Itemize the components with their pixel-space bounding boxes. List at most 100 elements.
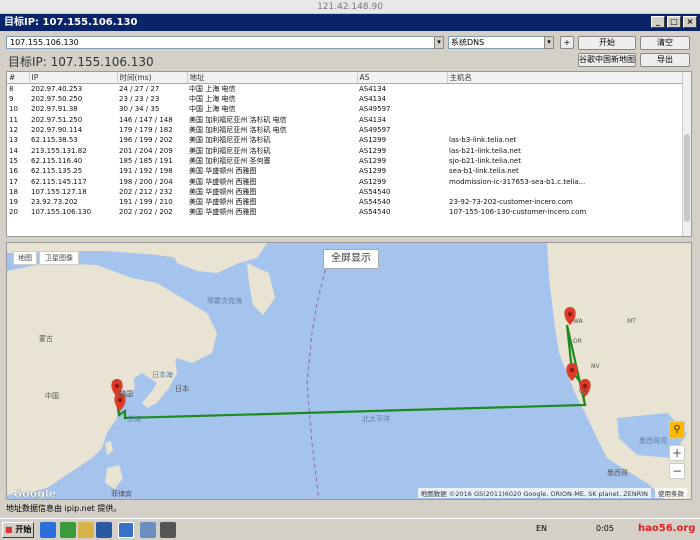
label-philippines: 菲律宾 <box>111 489 132 498</box>
table-row[interactable]: 16 62.115.135.25 191 / 192 / 198 美国 华盛顿州 西雅… <box>7 166 683 176</box>
label-or: OR <box>573 338 582 345</box>
map-attribution: 地图数据 ©2016 GS(2011)6020 Google, ORION-ME… <box>417 488 651 498</box>
cell-location: 美国 加利福尼亚州 洛杉矶 电信 <box>189 115 287 124</box>
cell-ip: 202.97.91.38 <box>31 105 78 114</box>
cell-hop: 11 <box>9 115 18 124</box>
table-row[interactable]: 8 202.97.40.253 24 / 27 / 27 中国 上海 电信 AS4134 <box>7 84 683 95</box>
minimize-button[interactable]: _ <box>651 16 665 28</box>
terms-link[interactable]: 使用条款 <box>655 488 687 498</box>
table-row[interactable]: 11 202.97.51.250 146 / 147 / 148 美国 加利福尼亚州 … <box>7 115 683 125</box>
cell-time: 191 / 192 / 198 <box>119 167 173 176</box>
table-row[interactable]: 15 62.115.116.40 185 / 185 / 191 美国 加利福尼亚州 … <box>7 156 683 166</box>
cell-location: 美国 加利福尼亚州 圣何塞 <box>189 156 271 165</box>
cell-ip: 62.115.135.25 <box>31 167 83 176</box>
label-mexico: 墨西哥 <box>607 469 628 477</box>
ip-input[interactable]: 107.155.106.130 <box>6 36 444 49</box>
windows-logo-icon: ■ <box>5 525 13 534</box>
col-as[interactable]: AS <box>357 72 448 84</box>
label-japan: 日本 <box>175 384 189 393</box>
ie-icon[interactable] <box>40 522 56 538</box>
table-row[interactable]: 10 202.97.91.38 30 / 34 / 35 中国 上海 电信 AS4959… <box>7 104 683 114</box>
china-map-button[interactable]: 谷歌中国新地图 <box>578 53 636 67</box>
table-row[interactable]: 9 202.97.50.250 23 / 23 / 23 中国 上海 电信 AS4134 <box>7 94 683 104</box>
close-button[interactable]: × <box>683 16 697 28</box>
cell-location: 美国 加利福尼亚州 洛杉矶 电信 <box>189 126 287 135</box>
pegman-icon[interactable]: ⚲ <box>669 421 685 439</box>
label-nv: NV <box>591 363 600 370</box>
cell-as: AS4134 <box>359 95 387 104</box>
map-tab-map[interactable]: 地图 <box>13 251 37 265</box>
os-title: 121.42.148.90 <box>317 2 383 12</box>
label-korea: 韩国 <box>119 389 133 398</box>
language-indicator[interactable]: EN <box>536 524 547 533</box>
fullscreen-button[interactable]: 全屏显示 <box>323 249 379 269</box>
cell-hostname <box>447 104 683 114</box>
table-row[interactable]: 20 107.155.106.130 202 / 202 / 202 美国 华盛顿州 … <box>7 207 683 217</box>
scrollbar-thumb[interactable] <box>684 134 690 222</box>
table-row[interactable]: 17 62.115.145.117 198 / 200 / 204 美国 华盛顿州 西… <box>7 176 683 186</box>
cell-hop: 12 <box>9 126 18 135</box>
cell-hop: 9 <box>9 95 14 104</box>
app3-icon[interactable] <box>160 522 176 538</box>
cell-location: 中国 上海 电信 <box>189 105 236 114</box>
table-row[interactable]: 18 107.155.127.18 202 / 212 / 232 美国 华盛顿州 西… <box>7 187 683 197</box>
shell-icon[interactable] <box>96 522 112 538</box>
map-canvas[interactable]: 鄂霍次克海 蒙古 中国 韩国 日本海 日本 东海 北太平洋 菲律宾 墨西哥 墨西… <box>7 243 692 500</box>
cell-as: AS49597 <box>359 126 391 135</box>
cell-hop: 15 <box>9 156 18 165</box>
folder-icon[interactable] <box>78 522 94 538</box>
table-row[interactable]: 12 202.97.90.114 179 / 179 / 182 美国 加利福尼亚州 … <box>7 125 683 135</box>
start-button[interactable]: 开始 <box>578 36 636 50</box>
table-header: # IP 时间(ms) 地址 AS 主机名 <box>7 72 684 84</box>
cell-ip: 202.97.40.253 <box>31 85 83 93</box>
app2-icon[interactable] <box>140 522 156 538</box>
maximize-button[interactable]: □ <box>667 16 681 28</box>
col-ip[interactable]: IP <box>29 72 118 84</box>
cell-time: 146 / 147 / 148 <box>119 115 173 124</box>
route-map[interactable]: 鄂霍次克海 蒙古 中国 韩国 日本海 日本 东海 北太平洋 菲律宾 墨西哥 墨西… <box>6 242 692 500</box>
table-scrollbar[interactable] <box>682 72 691 236</box>
cell-hop: 13 <box>9 136 18 145</box>
cell-as: AS49597 <box>359 105 391 114</box>
map-tab-satellite[interactable]: 卫星图像 <box>39 251 79 265</box>
app-icon[interactable] <box>60 522 76 538</box>
dns-dropdown-arrow[interactable]: ▾ <box>544 36 554 49</box>
table-row[interactable]: 14 213.155.131.82 201 / 204 / 209 美国 加利福尼亚州… <box>7 145 683 155</box>
cell-as: AS1299 <box>359 136 387 145</box>
cell-hostname <box>447 115 683 125</box>
label-gulf: 墨西哥湾 <box>639 436 667 445</box>
add-button[interactable]: + <box>560 36 574 49</box>
start-menu-button[interactable]: ■ 开始 <box>2 522 34 538</box>
table-row[interactable]: 13 62.115.38.53 196 / 199 / 202 美国 加利福尼亚州 洛… <box>7 135 683 145</box>
col-location[interactable]: 地址 <box>187 72 358 84</box>
cell-time: 201 / 204 / 209 <box>119 146 173 155</box>
ip-dropdown-arrow[interactable]: ▾ <box>434 36 444 49</box>
window-titlebar[interactable]: 目标IP: 107.155.106.130 _ □ × <box>0 14 700 31</box>
window-title: 目标IP: 107.155.106.130 <box>4 17 138 28</box>
cell-ip: 202.97.50.250 <box>31 95 83 104</box>
zoom-in-button[interactable]: + <box>669 445 685 461</box>
cell-ip: 62.115.145.117 <box>31 177 87 186</box>
cell-hostname: 23-92-73-202-customer-incero.com <box>449 198 573 207</box>
cell-hop: 19 <box>9 198 18 207</box>
cell-hostname: modmission-ic-317653-sea-b1.c.telia... <box>449 177 586 186</box>
cell-time: 179 / 179 / 182 <box>119 126 173 135</box>
os-title-bar: 121.42.148.90 <box>0 0 700 14</box>
zoom-out-button[interactable]: − <box>669 463 685 479</box>
cell-location: 美国 华盛顿州 西雅图 <box>189 187 257 196</box>
clear-button[interactable]: 清空 <box>640 36 690 50</box>
cell-hop: 16 <box>9 167 18 176</box>
dns-select[interactable]: 系统DNS <box>448 36 554 49</box>
besttrace-task-icon[interactable] <box>118 522 134 538</box>
cell-time: 24 / 27 / 27 <box>119 85 160 93</box>
cell-hop: 17 <box>9 177 18 186</box>
cell-as: AS54540 <box>359 198 391 207</box>
export-button[interactable]: 导出 <box>640 53 690 67</box>
cell-ip: 62.115.116.40 <box>31 156 83 165</box>
toolbar: 107.155.106.130 ▾ 系统DNS ▾ + 开始 清空 目标IP: … <box>0 31 700 71</box>
col-hop[interactable]: # <box>7 72 30 84</box>
col-time[interactable]: 时间(ms) <box>117 72 188 84</box>
col-hostname[interactable]: 主机名 <box>447 72 684 84</box>
cell-hostname <box>447 94 683 104</box>
table-row[interactable]: 19 23.92.73.202 191 / 199 / 210 美国 华盛顿州 西雅图… <box>7 197 683 207</box>
